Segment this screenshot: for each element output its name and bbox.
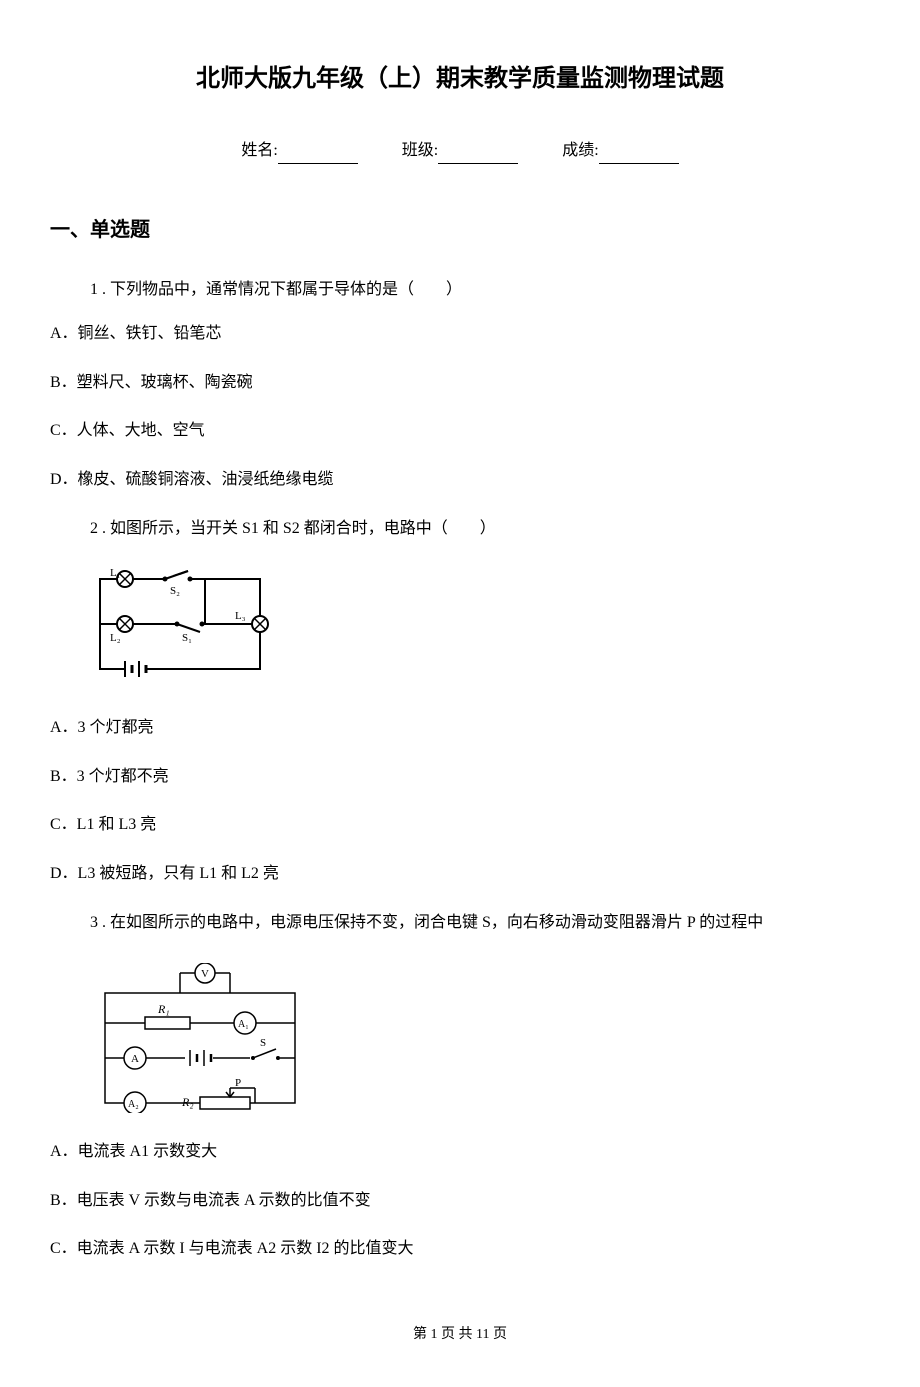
q3-option-c: C．电流表 A 示数 I 与电流表 A2 示数 I2 的比值变大	[50, 1235, 870, 1264]
score-label: 成绩:	[562, 142, 598, 159]
label-s2: S₂	[170, 585, 180, 597]
q1-option-c: C．人体、大地、空气	[50, 417, 870, 446]
page-footer: 第 1 页 共 11 页	[50, 1324, 870, 1346]
student-info-line: 姓名: 班级: 成绩:	[50, 138, 870, 164]
label-a2: A₂	[128, 1099, 139, 1110]
q1-option-a: A．铜丝、铁钉、铅笔芯	[50, 320, 870, 349]
label-l1: L₁	[110, 569, 121, 579]
label-l3: L₃	[235, 610, 246, 622]
q2-option-d: D．L3 被短路，只有 L1 和 L2 亮	[50, 860, 870, 889]
section-1-title: 一、单选题	[50, 214, 870, 246]
q2-option-b: B．3 个灯都不亮	[50, 763, 870, 792]
q3-circuit-diagram: V R₁ A₁ A S A₂ R₂	[90, 963, 870, 1113]
exam-title: 北师大版九年级（上）期末教学质量监测物理试题	[50, 60, 870, 98]
class-blank[interactable]	[438, 146, 518, 164]
label-l2: L₂	[110, 632, 121, 644]
q3-stem: 3 . 在如图所示的电路中，电源电压保持不变，闭合电键 S，向右移动滑动变阻器滑…	[50, 909, 870, 938]
q2-circuit-diagram: L₁ S₂ L₂ S₁ L₃	[90, 569, 870, 689]
label-a: A	[131, 1053, 139, 1065]
score-blank[interactable]	[599, 146, 679, 164]
label-p: P	[235, 1077, 241, 1089]
label-v: V	[201, 968, 209, 980]
q2-option-c: C．L1 和 L3 亮	[50, 811, 870, 840]
class-label: 班级:	[402, 142, 438, 159]
label-a1: A₁	[238, 1019, 249, 1030]
name-blank[interactable]	[278, 146, 358, 164]
q2-option-a: A．3 个灯都亮	[50, 714, 870, 743]
q2-stem: 2 . 如图所示，当开关 S1 和 S2 都闭合时，电路中（ ）	[50, 515, 870, 544]
q3-option-b: B．电压表 V 示数与电流表 A 示数的比值不变	[50, 1187, 870, 1216]
label-r2: R₂	[181, 1095, 194, 1109]
label-r1: R₁	[157, 1002, 170, 1016]
q3-option-a: A．电流表 A1 示数变大	[50, 1138, 870, 1167]
q1-option-b: B．塑料尺、玻璃杯、陶瓷碗	[50, 369, 870, 398]
label-s: S	[260, 1037, 266, 1049]
q1-stem: 1 . 下列物品中，通常情况下都属于导体的是（ ）	[50, 276, 870, 305]
q1-option-d: D．橡皮、硫酸铜溶液、油浸纸绝缘电缆	[50, 466, 870, 495]
name-label: 姓名:	[241, 142, 277, 159]
label-s1: S₁	[182, 632, 192, 644]
